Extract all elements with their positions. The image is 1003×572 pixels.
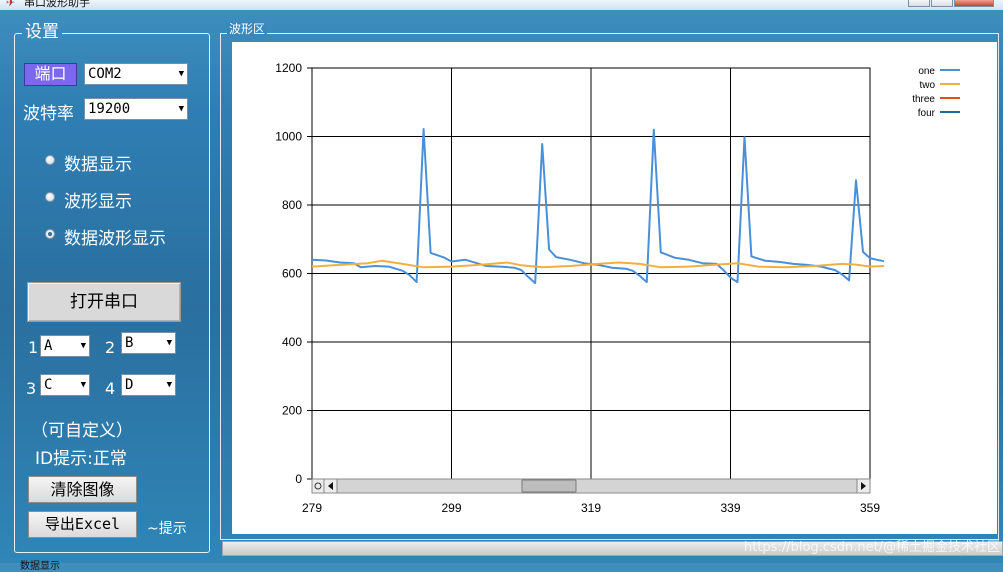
- radio-data-display[interactable]: [45, 155, 55, 165]
- y-tick-label: 800: [282, 198, 302, 212]
- baud-label: 波特率: [23, 104, 74, 124]
- window-title: 串口波形助手: [24, 0, 90, 9]
- maximize-button[interactable]: [931, 0, 953, 7]
- minimize-button[interactable]: [908, 0, 930, 7]
- legend-label-one: one: [918, 66, 935, 77]
- clear-image-button[interactable]: 清除图像: [28, 476, 137, 503]
- x-tick-label: 359: [860, 501, 880, 515]
- y-tick-label: 0: [295, 472, 302, 486]
- y-tick-label: 200: [282, 404, 302, 418]
- channel-4-label: 4: [105, 379, 116, 398]
- data-wave-display-label: 数据波形显示: [64, 229, 166, 249]
- legend-label-four: four: [918, 108, 936, 119]
- port-select-value: COM2: [88, 66, 122, 82]
- channel-1-label: 1: [28, 338, 39, 357]
- chevron-down-icon: ▼: [178, 69, 184, 79]
- chart-axes: 0 200 400 600 800 1000 1200 279 299 319 339 359: [275, 61, 880, 515]
- export-hint: ~提示: [147, 521, 187, 537]
- data-display-area-label: 数据显示: [20, 561, 60, 572]
- x-tick-label: 339: [720, 501, 740, 515]
- watermark: https://blog.csdn.net/@稀土掘金技术社区: [744, 540, 1001, 555]
- chevron-down-icon: ▼: [178, 104, 184, 114]
- channel-3-value: C: [44, 377, 53, 393]
- y-tick-label: 1200: [275, 61, 302, 75]
- chart-hscrollbar[interactable]: [311, 478, 871, 494]
- chevron-down-icon: ▼: [80, 341, 86, 351]
- chart-panel: 0 200 400 600 800 1000 1200 279 299 319 339 359 one…: [232, 42, 997, 534]
- channel-2-label: 2: [105, 338, 116, 357]
- baud-select-value: 19200: [88, 101, 131, 117]
- chart-legend: one two three four: [912, 66, 960, 119]
- channel-2-select[interactable]: B ▼: [121, 332, 176, 354]
- port-select[interactable]: COM2 ▼: [84, 63, 188, 85]
- x-tick-label: 319: [581, 501, 601, 515]
- channel-3-label: 3: [26, 379, 37, 398]
- wave-display-label: 波形显示: [64, 192, 132, 212]
- data-display-label: 数据显示: [64, 155, 132, 175]
- channel-4-value: D: [125, 377, 134, 393]
- series-line-one: [311, 128, 885, 285]
- channel-1-select[interactable]: A ▼: [40, 335, 90, 357]
- y-tick-label: 400: [282, 335, 302, 349]
- radio-data-wave-display[interactable]: [45, 229, 55, 239]
- waveform-title: 波形区: [227, 22, 268, 36]
- chart-grid: [311, 67, 871, 480]
- app-icon: ✈: [6, 0, 16, 9]
- close-button[interactable]: [954, 0, 994, 7]
- chevron-down-icon: ▼: [80, 380, 86, 390]
- settings-title: 设置: [22, 22, 62, 42]
- legend-label-three: three: [912, 94, 935, 105]
- open-serial-button[interactable]: 打开串口: [27, 282, 181, 322]
- channel-4-select[interactable]: D ▼: [121, 374, 176, 396]
- channel-2-value: B: [125, 335, 134, 351]
- y-tick-label: 600: [282, 267, 302, 281]
- radio-wave-display[interactable]: [45, 192, 55, 202]
- waveform-chart: 0 200 400 600 800 1000 1200 279 299 319 339 359 one…: [275, 61, 960, 515]
- custom-hint: （可自定义）: [31, 421, 133, 441]
- y-tick-label: 1000: [275, 130, 302, 144]
- scroll-zoom-button[interactable]: [311, 478, 325, 494]
- channel-1-value: A: [44, 338, 53, 354]
- scroll-thumb[interactable]: [521, 479, 577, 493]
- legend-label-two: two: [919, 80, 935, 91]
- port-button[interactable]: 端口: [24, 63, 77, 86]
- x-tick-label: 299: [441, 501, 461, 515]
- id-status: ID提示:正常: [35, 449, 127, 469]
- window-titlebar: ✈ 串口波形助手: [0, 0, 1003, 10]
- scroll-track[interactable]: [311, 478, 871, 494]
- x-tick-label: 279: [302, 501, 322, 515]
- channel-3-select[interactable]: C ▼: [40, 374, 90, 396]
- chevron-down-icon: ▼: [166, 380, 172, 390]
- chevron-down-icon: ▼: [166, 338, 172, 348]
- baud-select[interactable]: 19200 ▼: [84, 98, 188, 120]
- chart-series: [311, 128, 885, 285]
- export-excel-button[interactable]: 导出Excel: [28, 511, 137, 538]
